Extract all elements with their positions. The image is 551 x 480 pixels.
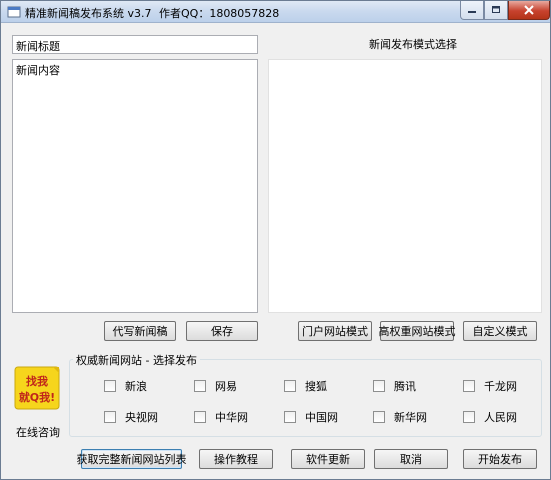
site-checkbox-tencent[interactable]: 腾讯 [373, 378, 416, 394]
checkbox-box [373, 411, 385, 423]
site-checkbox-china-com[interactable]: 中华网 [194, 409, 248, 425]
publish-button[interactable]: 开始发布 [463, 449, 537, 469]
site-checkbox-cctv[interactable]: 央视网 [104, 409, 158, 425]
site-label: 千龙网 [484, 380, 517, 393]
custom-mode-button[interactable]: 自定义模式 [463, 321, 537, 341]
checkbox-box [194, 411, 206, 423]
site-checkbox-sina[interactable]: 新浪 [104, 378, 147, 394]
author-contact: 作者QQ：1808057828 [159, 7, 280, 20]
site-label: 人民网 [484, 411, 517, 424]
close-button[interactable] [508, 1, 550, 20]
online-consult-label[interactable]: 在线咨询 [16, 424, 60, 440]
site-label: 腾讯 [394, 380, 416, 393]
site-label: 新华网 [394, 411, 427, 424]
checkbox-box [284, 380, 296, 392]
checkbox-box [104, 380, 116, 392]
minimize-button[interactable] [460, 1, 484, 20]
checkbox-box [463, 380, 475, 392]
qq-contact-logo[interactable]: 找我 就Q我! [13, 365, 61, 411]
maximize-button[interactable] [484, 1, 508, 20]
site-checkbox-china-org[interactable]: 中国网 [284, 409, 338, 425]
site-checkbox-people[interactable]: 人民网 [463, 409, 517, 425]
site-label: 网易 [215, 380, 237, 393]
svg-text:就Q我!: 就Q我! [19, 390, 55, 404]
checkbox-box [463, 411, 475, 423]
site-label: 中华网 [215, 411, 248, 424]
window-title: 精准新闻稿发布系统 v3.7 [25, 7, 152, 20]
tutorial-button[interactable]: 操作教程 [199, 449, 273, 469]
checkbox-box [373, 380, 385, 392]
news-content-textarea[interactable]: 新闻内容 [12, 59, 258, 313]
site-label: 中国网 [305, 411, 338, 424]
portal-mode-button[interactable]: 门户网站模式 [298, 321, 372, 341]
cancel-button[interactable]: 取消 [374, 449, 448, 469]
mode-panel [268, 59, 542, 313]
checkbox-box [284, 411, 296, 423]
maximize-icon [492, 6, 500, 13]
svg-text:找我: 找我 [26, 374, 48, 388]
site-label: 搜狐 [305, 380, 327, 393]
checkbox-box [194, 380, 206, 392]
title-bar[interactable]: 精准新闻稿发布系统 v3.7 作者QQ：1808057828 [1, 1, 550, 23]
minimize-icon [468, 11, 476, 13]
site-label: 央视网 [125, 411, 158, 424]
site-checkbox-netease[interactable]: 网易 [194, 378, 237, 394]
news-title-input[interactable]: 新闻标题 [12, 35, 258, 54]
news-content-text: 新闻内容 [16, 64, 60, 77]
get-site-list-button[interactable]: 获取完整新闻网站列表 [77, 449, 187, 469]
high-weight-mode-button[interactable]: 高权重网站模式 [379, 321, 456, 341]
sites-groupbox [69, 359, 542, 437]
update-button[interactable]: 软件更新 [291, 449, 365, 469]
checkbox-box [104, 411, 116, 423]
close-icon [524, 5, 534, 15]
main-window: 精准新闻稿发布系统 v3.7 作者QQ：1808057828 新闻标题 新闻内容… [0, 0, 551, 480]
site-checkbox-sohu[interactable]: 搜狐 [284, 378, 327, 394]
app-icon [7, 6, 21, 18]
mode-section-label: 新闻发布模式选择 [369, 38, 457, 51]
site-label: 新浪 [125, 380, 147, 393]
ghostwrite-button[interactable]: 代写新闻稿 [104, 321, 176, 341]
site-checkbox-qianlong[interactable]: 千龙网 [463, 378, 517, 394]
sites-group-legend: 权威新闻网站 - 选择发布 [73, 352, 200, 368]
save-button[interactable]: 保存 [186, 321, 258, 341]
site-checkbox-xinhua[interactable]: 新华网 [373, 409, 427, 425]
